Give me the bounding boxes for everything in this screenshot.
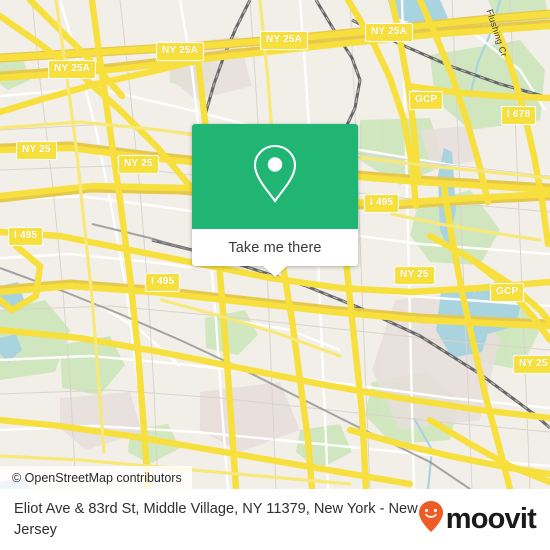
- footer-bar: Eliot Ave & 83rd St, Middle Village, NY …: [0, 489, 550, 550]
- popup-tail: [263, 266, 287, 277]
- road-shield: NY 25: [394, 266, 435, 285]
- popup-cta[interactable]: Take me there: [192, 229, 358, 277]
- popup-cta-label: Take me there: [228, 239, 322, 256]
- road-shield: I 678: [501, 106, 537, 125]
- map-screenshot: NY 25A NY 25A NY 25A NY 25A GCP I 678 NY…: [0, 0, 550, 550]
- road-shield: NY 25A: [260, 31, 309, 50]
- road-shield: NY 25: [513, 355, 550, 374]
- location-popup[interactable]: Take me there: [192, 124, 358, 277]
- road-shield: NY 25A: [365, 23, 414, 42]
- road-shield: GCP: [490, 283, 525, 302]
- attribution-text: © OpenStreetMap contributors: [12, 470, 182, 485]
- map-pin-icon: [249, 142, 301, 211]
- road-shield: NY 25A: [156, 42, 205, 61]
- popup-image-area: [192, 124, 358, 229]
- map-canvas[interactable]: NY 25A NY 25A NY 25A NY 25A GCP I 678 NY…: [0, 0, 550, 489]
- moovit-wordmark: moovit: [445, 503, 537, 535]
- map-attribution: © OpenStreetMap contributors: [0, 466, 192, 489]
- moovit-pin-smiley-icon: [418, 500, 444, 539]
- road-shield: GCP: [409, 91, 444, 110]
- road-shield: NY 25: [118, 155, 159, 174]
- road-shield: I 495: [364, 194, 400, 213]
- road-shield: NY 25A: [48, 60, 97, 79]
- road-shield: I 495: [145, 273, 181, 292]
- moovit-brand[interactable]: moovit: [418, 500, 537, 539]
- road-shield: NY 25: [16, 141, 57, 160]
- road-shield: I 495: [8, 227, 44, 246]
- location-title: Eliot Ave & 83rd St, Middle Village, NY …: [14, 501, 418, 538]
